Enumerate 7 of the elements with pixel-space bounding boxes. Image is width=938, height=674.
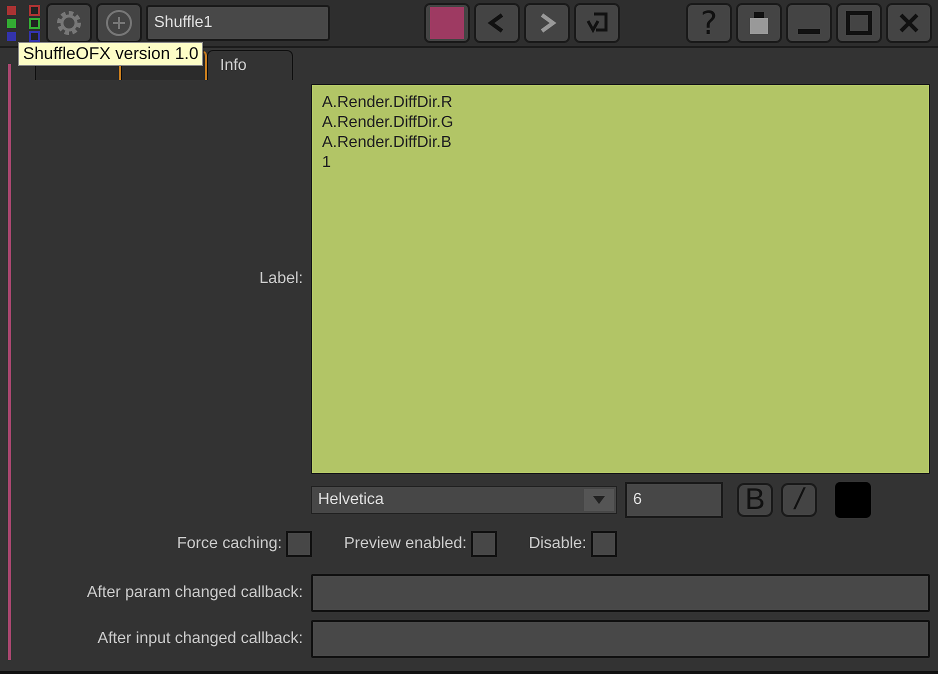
field-label: Label: — [258, 270, 303, 288]
checkbox-label: Disable: — [528, 535, 586, 553]
tooltip: ShuffleOFX version 1.0 — [18, 42, 204, 66]
checkbox-label: Force caching: — [177, 535, 282, 553]
field-label: After input changed callback: — [96, 630, 303, 648]
checkbox-label: Preview enabled: — [344, 535, 467, 553]
field-label: After param changed callback: — [86, 584, 303, 602]
